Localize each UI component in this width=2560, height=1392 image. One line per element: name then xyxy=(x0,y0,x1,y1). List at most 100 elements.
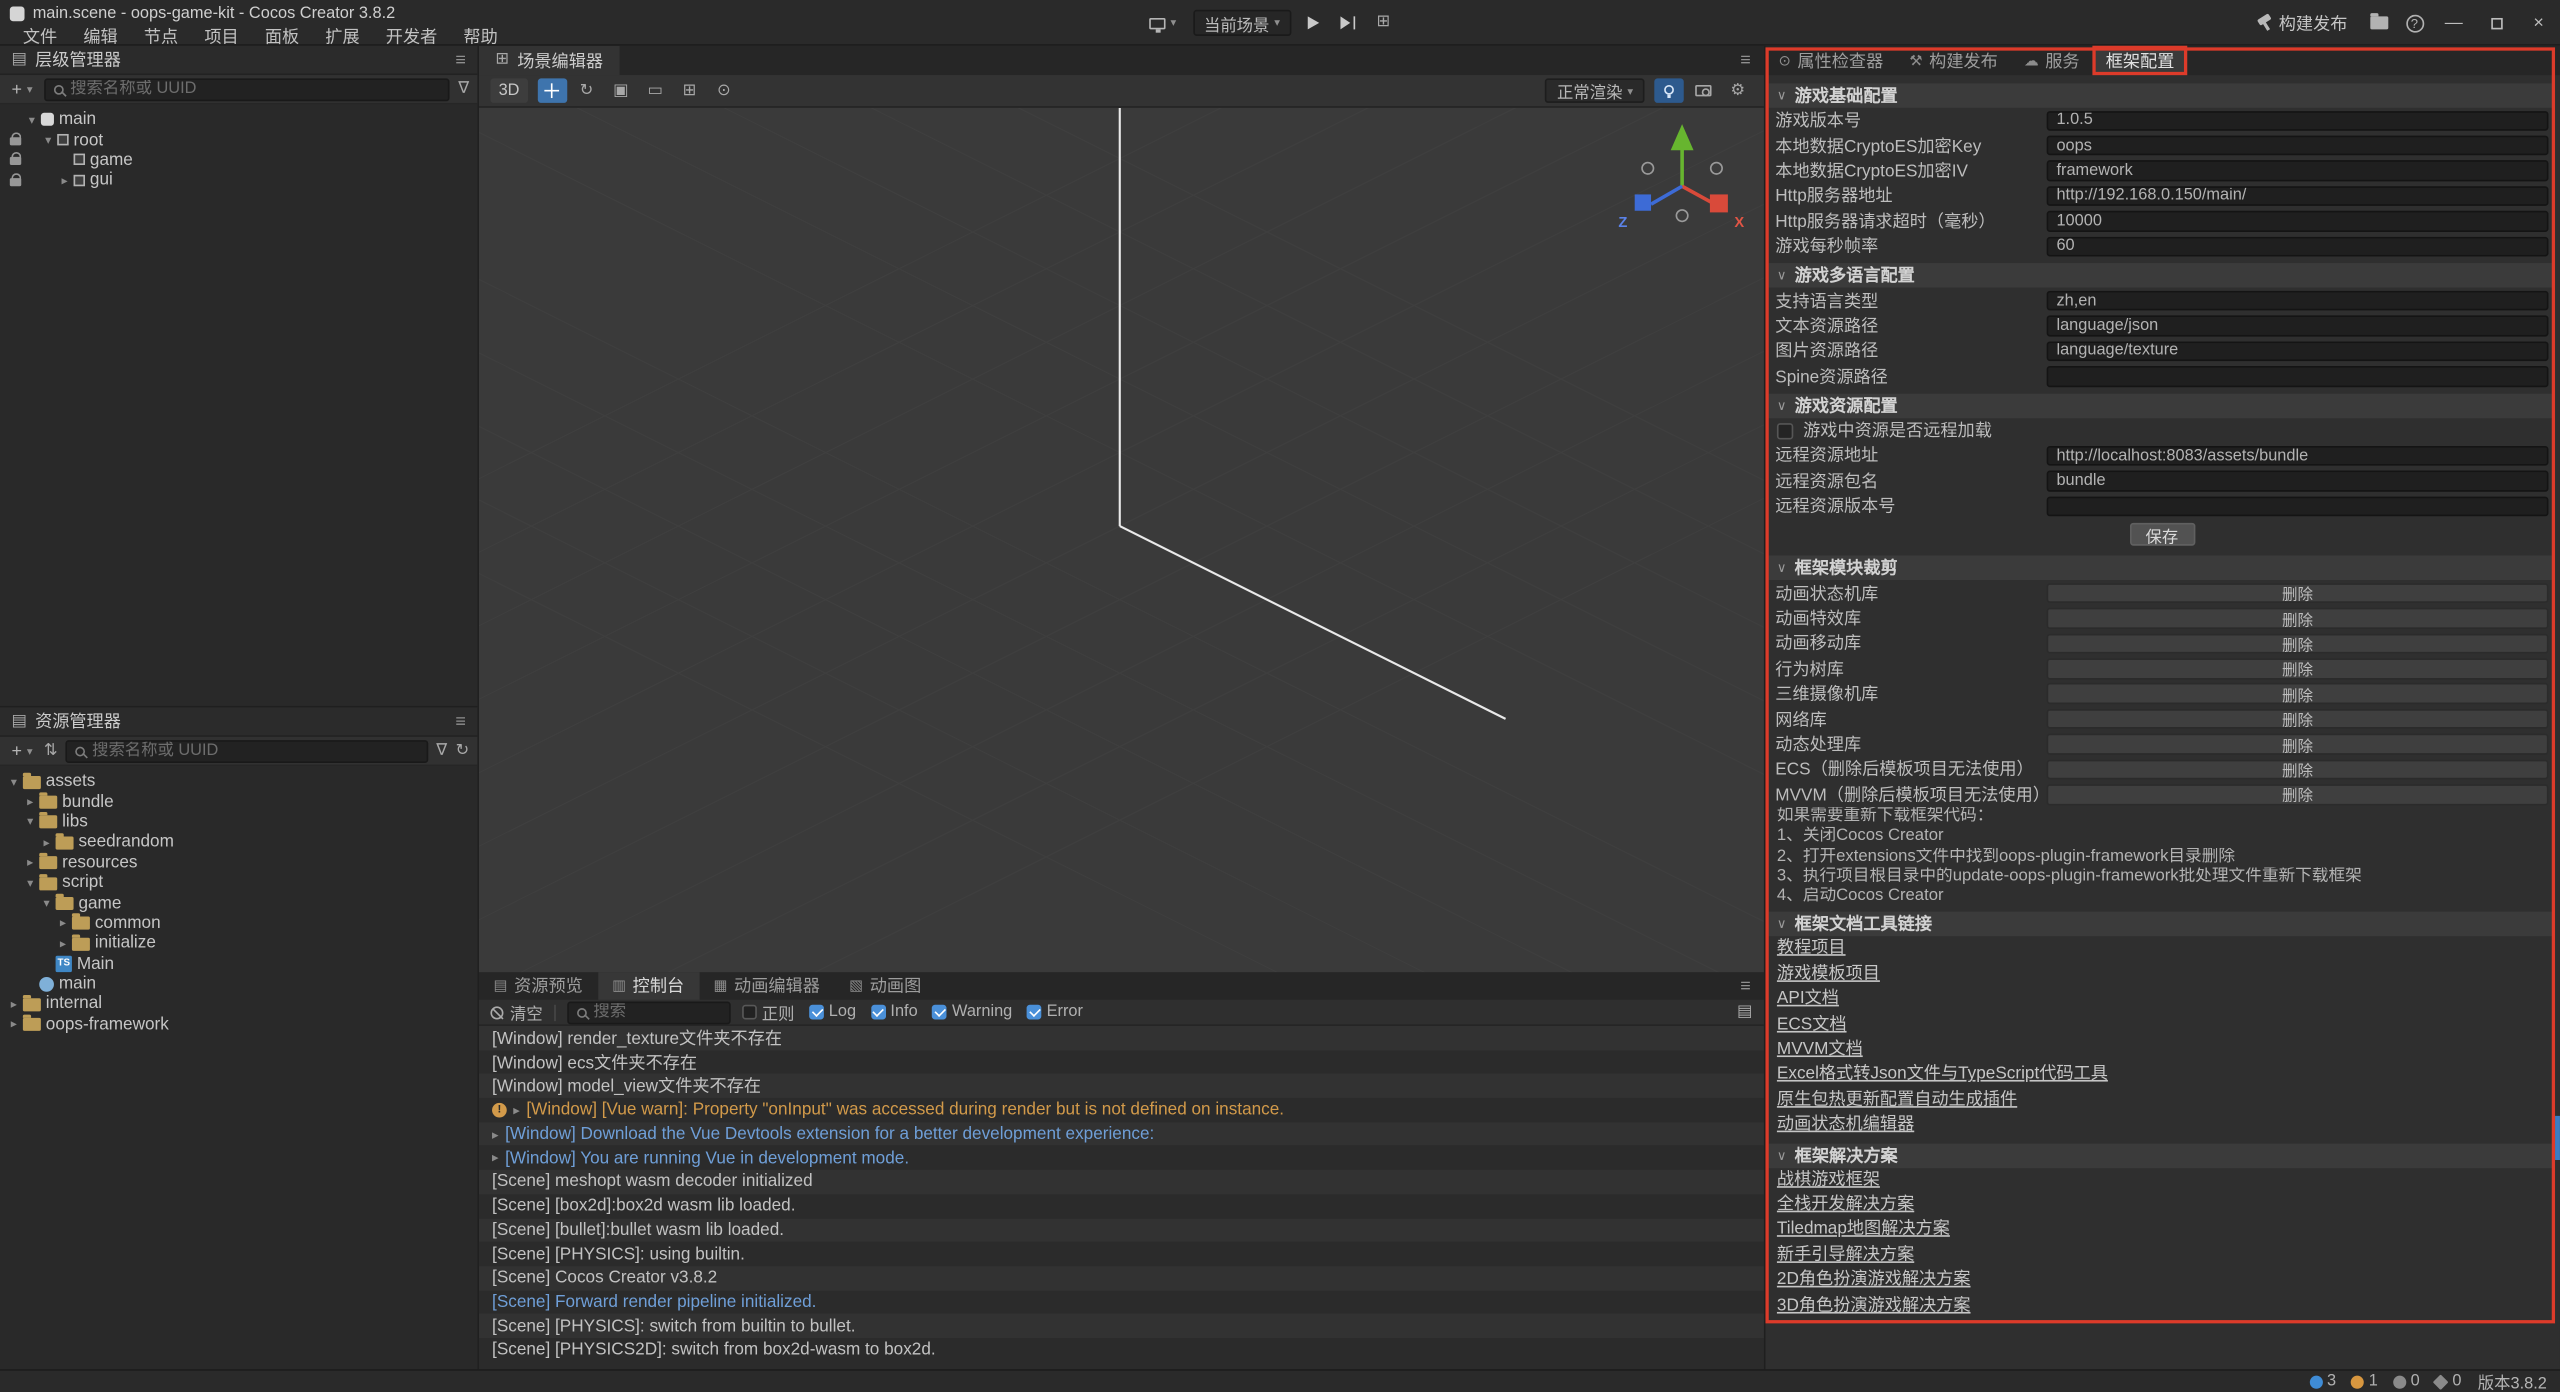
lock-icon[interactable] xyxy=(10,158,21,166)
console-tab-0[interactable]: ▤资源预览 xyxy=(479,972,598,1000)
link-4-5[interactable]: Excel格式转Json文件与TypeScript代码工具 xyxy=(1769,1063,2555,1088)
menu-item-5[interactable]: 扩展 xyxy=(312,24,372,49)
expand-icon[interactable]: ▸ xyxy=(23,794,38,809)
collapse-icon[interactable]: ▾ xyxy=(25,112,40,127)
pivot-button[interactable]: ⊙ xyxy=(709,78,738,103)
panel-menu-icon[interactable]: ≡ xyxy=(455,712,465,732)
log-row[interactable]: ▸[Window] Download the Vue Devtools exte… xyxy=(479,1122,1764,1146)
console-tab-3[interactable]: ▧动画图 xyxy=(835,972,936,1000)
status-badge-error[interactable]: 0 xyxy=(2393,1372,2420,1390)
property-input-0-3[interactable] xyxy=(2047,186,2549,206)
inspector-tab-3[interactable]: 框架配置 xyxy=(2093,46,2188,75)
menu-item-7[interactable]: 帮助 xyxy=(450,24,510,49)
hierarchy-node-gui[interactable]: ▸gui xyxy=(7,170,478,190)
log-row[interactable]: [Window] ecs文件夹不存在 xyxy=(479,1050,1764,1074)
clear-console-button[interactable]: 清空 xyxy=(490,1000,542,1025)
view-gizmo[interactable]: X Z xyxy=(1607,111,1757,252)
inspector-tab-2[interactable]: ☁服务 xyxy=(2011,46,2093,75)
step-button[interactable] xyxy=(1336,8,1361,37)
asset-node-seedrandom[interactable]: ▸seedrandom xyxy=(7,832,478,852)
section-header-5[interactable]: ∨框架解决方案 xyxy=(1769,1143,2555,1168)
minimize-button[interactable]: — xyxy=(2432,0,2475,46)
asset-node-Main[interactable]: TSMain xyxy=(7,953,478,973)
render-mode-select[interactable]: 正常渲染 ▾ xyxy=(1546,78,1645,103)
checkbox-icon[interactable] xyxy=(809,1005,824,1020)
asset-node-initialize[interactable]: ▸initialize xyxy=(7,933,478,953)
link-5-4[interactable]: 2D角色扮演游戏解决方案 xyxy=(1769,1268,2555,1293)
link-4-7[interactable]: 动画状态机编辑器 xyxy=(1769,1113,2555,1138)
link-5-3[interactable]: 新手引导解决方案 xyxy=(1769,1243,2555,1268)
log-row[interactable]: [Scene] Cocos Creator v3.8.2 xyxy=(479,1266,1764,1290)
create-node-button[interactable]: + ▾ xyxy=(8,79,36,99)
tab-scene-editor[interactable]: ⊞ 场景编辑器 xyxy=(479,46,619,75)
link-4-4[interactable]: MVVM文档 xyxy=(1769,1038,2555,1063)
hierarchy-node-root[interactable]: ▾root xyxy=(7,130,478,150)
lock-icon[interactable] xyxy=(10,137,21,145)
asset-node-assets[interactable]: ▾assets xyxy=(7,771,478,791)
lock-icon[interactable] xyxy=(10,178,21,186)
menu-item-6[interactable]: 开发者 xyxy=(373,24,451,49)
property-input-2-1[interactable] xyxy=(2047,471,2549,491)
link-4-1[interactable]: 游戏模板项目 xyxy=(1769,962,2555,987)
console-tab-1[interactable]: ▥控制台 xyxy=(598,972,699,1000)
expand-icon[interactable]: ▸ xyxy=(7,997,22,1012)
log-row[interactable]: [Scene] Forward render pipeline initiali… xyxy=(479,1290,1764,1314)
asset-node-script[interactable]: ▾script xyxy=(7,872,478,892)
checkbox-icon[interactable] xyxy=(1027,1005,1042,1020)
inspector-tab-1[interactable]: ⚒构建发布 xyxy=(1896,46,2011,75)
console-tab-2[interactable]: ▦动画编辑器 xyxy=(699,972,835,1000)
open-project-button[interactable] xyxy=(2361,0,2397,46)
link-4-0[interactable]: 教程项目 xyxy=(1769,937,2555,962)
panel-menu-icon[interactable]: ≡ xyxy=(1740,51,1764,71)
inspector-tab-0[interactable]: ⊙属性检查器 xyxy=(1765,46,1896,75)
hierarchy-node-main[interactable]: ▾main xyxy=(7,109,478,129)
delete-button[interactable]: 删除 xyxy=(2047,659,2549,679)
delete-button[interactable]: 删除 xyxy=(2047,608,2549,628)
collapse-icon[interactable]: ▾ xyxy=(23,875,38,890)
expand-icon[interactable]: ▸ xyxy=(39,835,54,850)
property-input-2-0[interactable] xyxy=(2047,446,2549,466)
section-header-1[interactable]: ∨游戏多语言配置 xyxy=(1769,264,2555,289)
open-log-file-icon[interactable]: ▤ xyxy=(1737,1004,1752,1020)
section-header-2[interactable]: ∨游戏资源配置 xyxy=(1769,394,2555,419)
rotate-tool-button[interactable]: ↻ xyxy=(572,78,601,103)
asset-node-libs[interactable]: ▾libs xyxy=(7,812,478,832)
delete-button[interactable]: 删除 xyxy=(2047,784,2549,804)
link-4-6[interactable]: 原生包热更新配置自动生成插件 xyxy=(1769,1088,2555,1113)
filter-icon[interactable]: ∇ xyxy=(458,81,469,97)
collapse-icon[interactable]: ▾ xyxy=(7,774,22,789)
log-row[interactable]: [Window] render_texture文件夹不存在 xyxy=(479,1026,1764,1050)
filter-icon[interactable]: ∇ xyxy=(436,743,447,759)
console-filter-3[interactable]: Warning xyxy=(932,1003,1012,1021)
scale-tool-button[interactable]: ▣ xyxy=(606,78,635,103)
delete-button[interactable]: 删除 xyxy=(2047,759,2549,779)
log-row[interactable]: [Scene] [bullet]:bullet wasm lib loaded. xyxy=(479,1218,1764,1242)
expand-icon[interactable]: ▸ xyxy=(7,1017,22,1032)
log-row[interactable]: [Window] model_view文件夹不存在 xyxy=(479,1074,1764,1098)
checkbox-icon[interactable] xyxy=(871,1005,886,1020)
property-input-1-2[interactable] xyxy=(2047,341,2549,361)
property-input-0-0[interactable] xyxy=(2047,110,2549,130)
panel-menu-icon[interactable]: ≡ xyxy=(455,50,465,70)
panel-menu-icon[interactable]: ≡ xyxy=(1740,976,1764,996)
expand-icon[interactable]: ▸ xyxy=(56,916,71,931)
property-input-1-3[interactable] xyxy=(2047,366,2549,386)
section-header-0[interactable]: ∨游戏基础配置 xyxy=(1769,83,2555,108)
expand-icon[interactable]: ▸ xyxy=(492,1127,499,1142)
link-5-0[interactable]: 战棋游戏框架 xyxy=(1769,1168,2555,1193)
console-filter-0[interactable]: 正则 xyxy=(742,1000,794,1025)
property-input-0-4[interactable] xyxy=(2047,211,2549,231)
status-badge-task[interactable]: 0 xyxy=(2434,1372,2461,1390)
scrollbar-thumb[interactable] xyxy=(2555,1116,2560,1160)
link-5-1[interactable]: 全栈开发解决方案 xyxy=(1769,1193,2555,1218)
delete-button[interactable]: 删除 xyxy=(2047,583,2549,603)
property-input-0-5[interactable] xyxy=(2047,236,2549,256)
asset-node-main[interactable]: main xyxy=(7,974,478,994)
delete-button[interactable]: 删除 xyxy=(2047,709,2549,729)
help-button[interactable]: ? xyxy=(2396,0,2432,46)
assets-search-input[interactable] xyxy=(92,741,418,761)
preview-platform-button[interactable]: ▾ xyxy=(1144,8,1181,37)
expand-icon[interactable]: ▸ xyxy=(57,173,72,188)
rect-tool-button[interactable]: ▭ xyxy=(640,78,669,103)
preview-layout-button[interactable]: ⊞ xyxy=(1372,8,1396,37)
